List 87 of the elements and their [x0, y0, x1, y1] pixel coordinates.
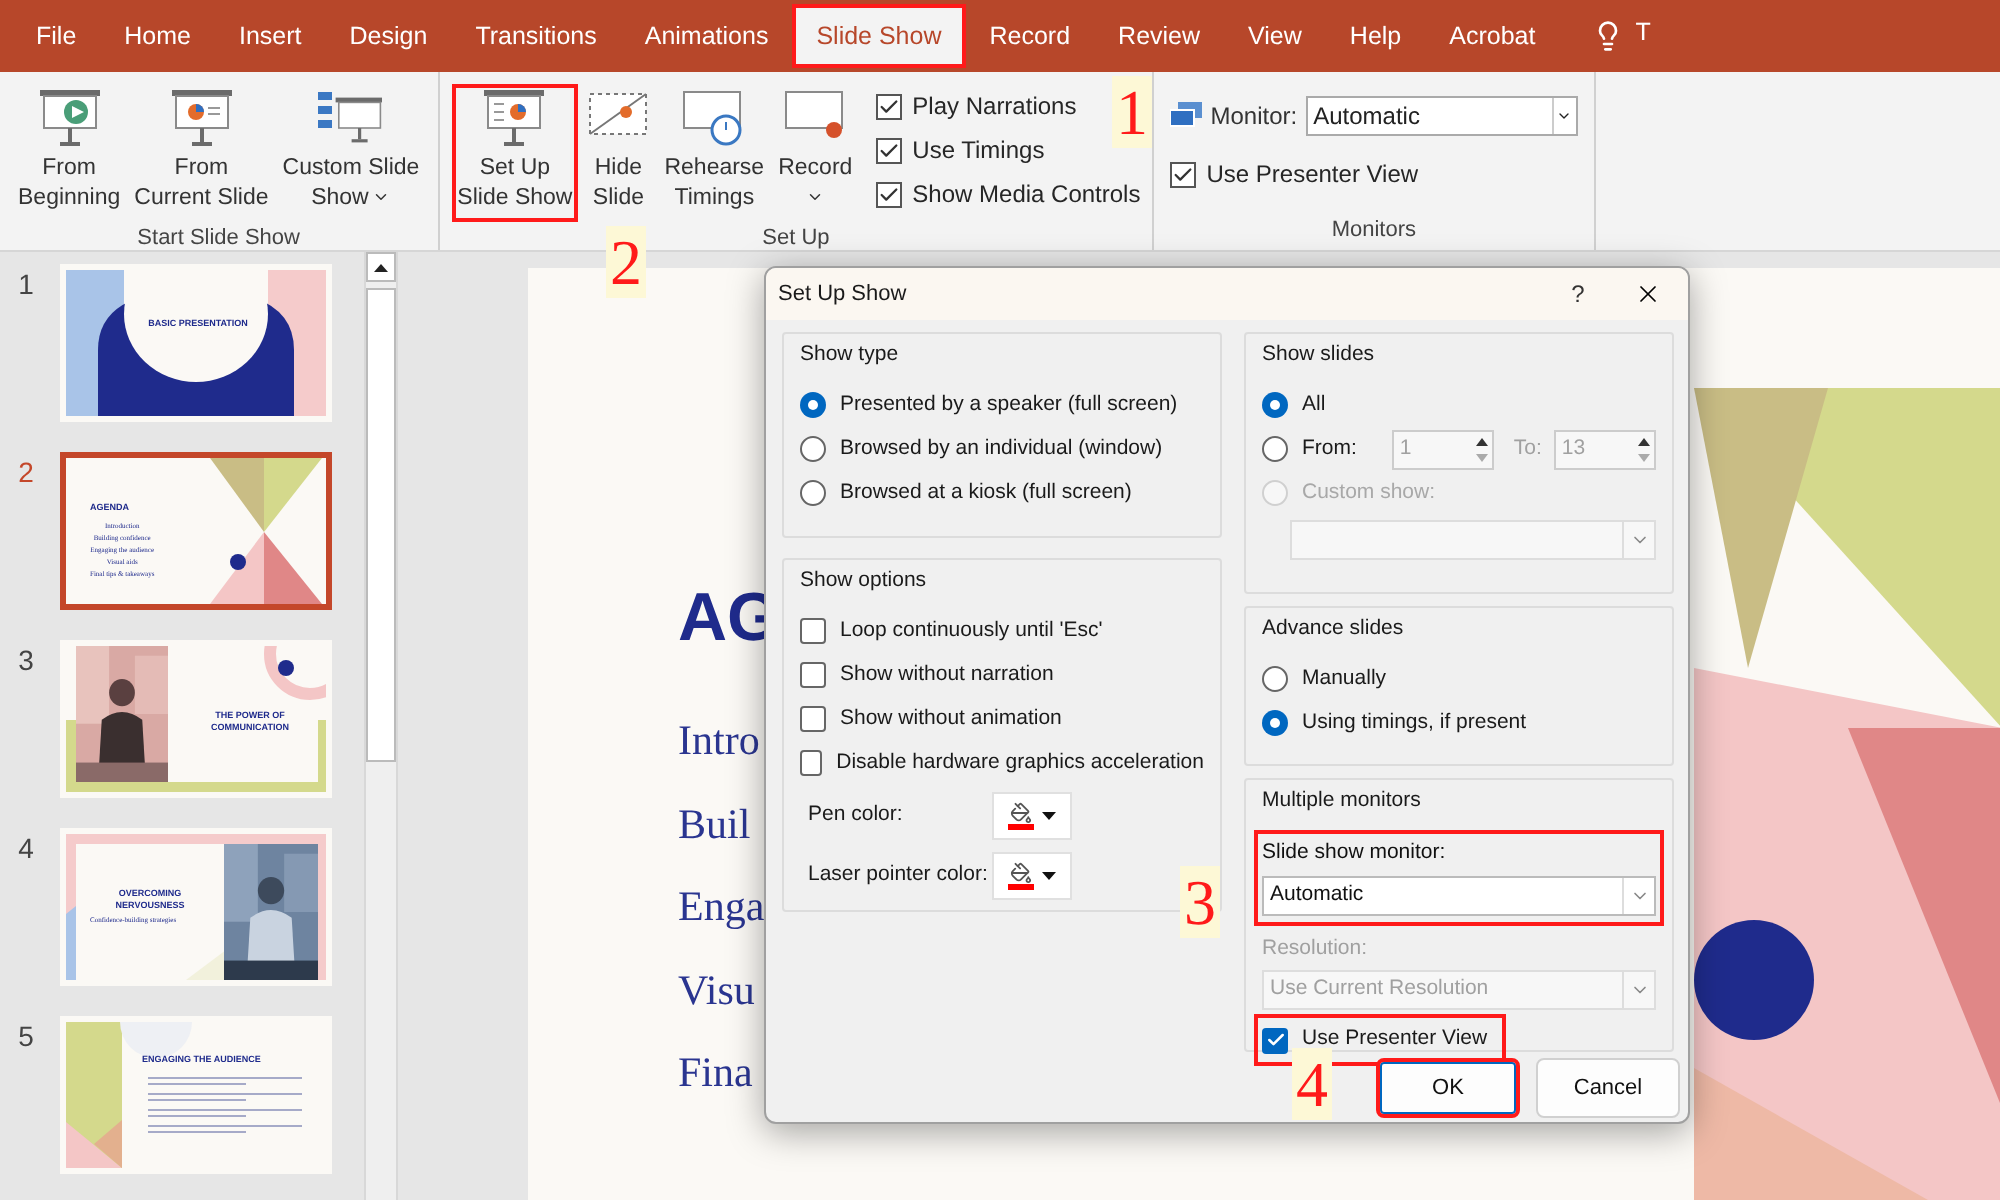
play-screen-icon: [37, 88, 102, 148]
group-label: Advance slides: [1262, 614, 1406, 644]
color-picker-button[interactable]: [992, 851, 1072, 900]
agenda-line: Visu: [678, 963, 757, 1017]
radio-option[interactable]: Browsed at a kiosk (full screen): [800, 471, 1204, 516]
group-label: Start Slide Show: [137, 224, 300, 254]
paint-bucket-icon: [1010, 861, 1032, 884]
ribbon-button[interactable]: Custom Slide Show: [276, 84, 426, 222]
monitor-dropdown[interactable]: Automatic: [1305, 96, 1578, 136]
radio-option[interactable]: Browsed by an individual (window): [800, 427, 1204, 472]
step-number: 1: [1112, 76, 1152, 148]
slide-number: 2: [16, 454, 36, 492]
step-number: 4: [1292, 1048, 1332, 1120]
to-label: To:: [1513, 433, 1542, 464]
field-label: Resolution:: [1262, 933, 1370, 963]
monitor-dropdown[interactable]: Automatic: [1262, 875, 1656, 915]
pie-screen-icon: [169, 88, 234, 148]
radio-option[interactable]: Presented by a speaker (full screen): [800, 383, 1204, 428]
radio-option[interactable]: Manually: [1262, 657, 1656, 702]
help-button[interactable]: ?: [1548, 276, 1608, 312]
caret-icon: [1042, 811, 1056, 820]
ribbon-tab[interactable]: Review: [1094, 4, 1225, 68]
chart-screen-icon: [482, 88, 547, 148]
list-screen-icon: [318, 88, 383, 148]
checkbox[interactable]: Use Presenter View: [1170, 152, 1578, 196]
scroll-thumb[interactable]: [366, 288, 396, 762]
monitors-icon: [1170, 102, 1203, 130]
agenda-line: Intro: [678, 714, 762, 768]
step-number: 3: [1180, 866, 1220, 938]
ribbon-tab[interactable]: Acrobat: [1425, 4, 1560, 68]
checkbox[interactable]: Show without narration: [800, 653, 1204, 698]
color-label: Laser pointer color:: [808, 859, 990, 890]
field-label: Slide show monitor:: [1262, 837, 1448, 868]
ribbon-tab[interactable]: Help: [1325, 4, 1426, 68]
ribbon-button[interactable]: Record: [772, 84, 859, 214]
slide-number: 4: [16, 830, 36, 868]
caret-icon: [806, 188, 825, 206]
group-label: Show type: [800, 340, 901, 370]
radio-option[interactable]: All: [1262, 383, 1656, 428]
ribbon-button[interactable]: From Beginning: [12, 84, 127, 222]
radio-option[interactable]: Using timings, if present: [1262, 701, 1656, 746]
slide-number: 3: [16, 642, 36, 680]
color-label: Pen color:: [808, 799, 905, 830]
close-icon: [1634, 280, 1662, 308]
ribbon-tab[interactable]: Slide Show: [792, 4, 966, 68]
up-arrow-icon: [374, 263, 388, 271]
group-label: Monitors: [1331, 215, 1416, 245]
agenda-line: Fina: [678, 1046, 755, 1100]
group-label: Show options: [800, 566, 929, 596]
checkbox[interactable]: Loop continuously until 'Esc': [800, 609, 1204, 654]
clock-screen-icon: [682, 88, 747, 148]
slide-number: 1: [16, 266, 36, 304]
dialog-button[interactable]: OK: [1376, 1058, 1520, 1118]
ribbon-tab[interactable]: Home: [100, 4, 215, 68]
dialog-button[interactable]: Cancel: [1536, 1058, 1680, 1118]
ribbon-tab[interactable]: Animations: [620, 4, 793, 68]
slide-number: 5: [16, 1018, 36, 1056]
agenda-line: Enga: [678, 880, 765, 934]
ribbon-button[interactable]: Hide Slide: [580, 84, 657, 222]
ribbon-button[interactable]: Set Up Slide Show: [451, 84, 579, 222]
paint-bucket-icon: [1010, 801, 1032, 824]
scroll-up-button[interactable]: [366, 252, 396, 282]
ribbon-tab[interactable]: Record: [965, 4, 1095, 68]
ribbon-tab[interactable]: Transitions: [451, 4, 621, 68]
checkbox[interactable]: Play Narrations: [876, 84, 1077, 128]
group-label: Multiple monitors: [1262, 786, 1423, 816]
checkbox[interactable]: Disable hardware graphics acceleration: [800, 741, 1204, 786]
ribbon-tab[interactable]: Design: [325, 4, 452, 68]
ribbon-tab[interactable]: File: [12, 4, 101, 68]
ribbon-tab[interactable]: View: [1224, 4, 1326, 68]
tell-me-text: T: [1635, 16, 1651, 51]
caret-icon: [1556, 108, 1573, 124]
ribbon-tab[interactable]: Insert: [215, 4, 326, 68]
checkbox[interactable]: Use Timings: [876, 128, 1045, 172]
radio-option[interactable]: From:: [1262, 427, 1380, 472]
caret-icon: [1042, 871, 1056, 880]
group-label: Set Up: [762, 224, 830, 254]
agenda-line: Buil: [678, 797, 753, 851]
ribbon-button[interactable]: From Current Slide: [128, 84, 275, 222]
dialog-title: Set Up Show: [778, 279, 909, 310]
monitor-label: Monitor:: [1210, 100, 1298, 134]
step-number: 2: [606, 226, 646, 298]
color-picker-button[interactable]: [992, 791, 1072, 840]
checkbox[interactable]: Show Media Controls: [876, 172, 1141, 216]
ribbon-button[interactable]: Rehearse Timings: [658, 84, 771, 222]
group-label: Show slides: [1262, 340, 1377, 370]
checkbox[interactable]: Show without animation: [800, 697, 1204, 742]
